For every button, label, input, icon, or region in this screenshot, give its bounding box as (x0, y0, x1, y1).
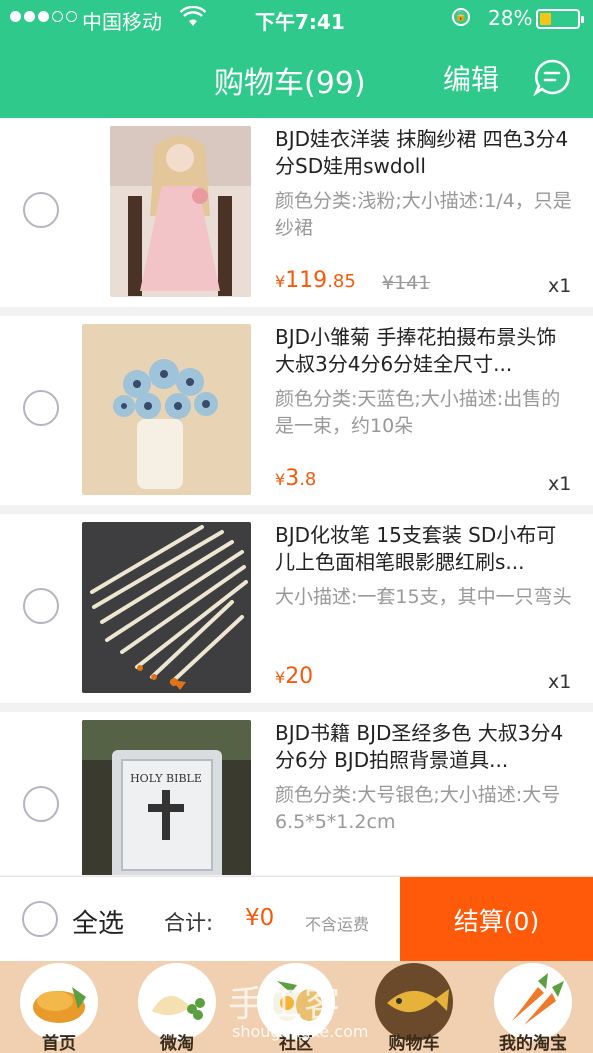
product-image-daisy-bouquet[interactable] (82, 324, 251, 495)
wifi-icon (179, 5, 207, 33)
select-all-radio[interactable] (22, 901, 58, 937)
item-title[interactable]: BJD小雏菊 手捧花拍摄布景头饰大叔3分4分6分娃全尺寸... (275, 324, 575, 378)
cart-item[interactable]: BJD小雏菊 手捧花拍摄布景头饰大叔3分4分6分娃全尺寸... 颜色分类:天蓝色… (0, 316, 593, 505)
original-price: ¥141 (382, 272, 431, 294)
price-integer: 119 (285, 268, 328, 293)
tab-weitao[interactable]: 微淘 (118, 961, 236, 1053)
item-title[interactable]: BJD书籍 BJD圣经多色 大叔3分4分6分 BJD拍照背景道具... (275, 720, 575, 774)
total-label: 合计: (164, 911, 214, 935)
item-select-radio[interactable] (23, 192, 59, 228)
item-quantity: x1 (548, 671, 572, 693)
product-image-bible-book[interactable]: HOLY BIBLE (82, 720, 251, 875)
svg-text:HOLY BIBLE: HOLY BIBLE (130, 772, 202, 785)
item-attributes: 颜色分类:大号银色;大小描述:大号6.5*5*1.2cm (275, 784, 561, 833)
currency-symbol: ¥ (275, 272, 286, 291)
tab-label: 微淘 (160, 1034, 194, 1053)
product-image-makeup-brushes[interactable] (82, 522, 251, 693)
top-bar: 中国移动 下午7:41 🔒 28% 购物车(99) 编辑 (0, 0, 593, 118)
tab-my-taobao[interactable]: 我的淘宝 (474, 961, 592, 1053)
price-decimal: .85 (327, 271, 356, 292)
checkout-button[interactable]: 结算(0) (400, 877, 593, 962)
cart-item[interactable]: BJD娃衣洋装 抹胸纱裙 四色3分4分SD娃用swdoll 颜色分类:浅粉;大小… (0, 118, 593, 307)
item-attributes: 大小描述:一套15支，其中一只弯头 (275, 586, 572, 608)
currency-symbol: ¥ (275, 470, 286, 489)
cart-item[interactable]: BJD化妆笔 15支套装 SD小布可儿上色面相笔眼影腮红刷s... 大小描述:一… (0, 514, 593, 703)
battery-percent: 28% (488, 6, 533, 30)
currency-symbol: ¥ (275, 668, 286, 687)
message-icon[interactable] (533, 58, 571, 97)
status-bar: 中国移动 下午7:41 🔒 28% (0, 0, 593, 40)
rotation-lock-icon: 🔒 (452, 8, 470, 26)
cart-item[interactable]: HOLY BIBLE BJD书籍 BJD圣经多色 大叔3分4分6分 BJD拍照背… (0, 712, 593, 875)
item-title[interactable]: BJD娃衣洋装 抹胸纱裙 四色3分4分SD娃用swdoll (275, 126, 575, 180)
item-select-radio[interactable] (23, 786, 59, 822)
select-all-label[interactable]: 全选 (72, 903, 124, 940)
item-select-radio[interactable] (23, 390, 59, 426)
edit-button[interactable]: 编辑 (443, 58, 499, 98)
checkout-bar: 全选 合计: ¥0 不含运费 结算(0) (0, 876, 593, 962)
item-quantity: x1 (548, 473, 572, 495)
signal-strength-icon (10, 11, 77, 22)
item-select-radio[interactable] (23, 588, 59, 624)
tab-cart[interactable]: 购物车 (355, 961, 473, 1053)
price-integer: 3 (285, 466, 300, 491)
clock: 下午7:41 (255, 10, 345, 34)
cart-list[interactable]: BJD娃衣洋装 抹胸纱裙 四色3分4分SD娃用swdoll 颜色分类:浅粉;大小… (0, 118, 593, 875)
item-attributes: 颜色分类:浅粉;大小描述:1/4，只是纱裙 (275, 190, 572, 239)
item-quantity: x1 (548, 275, 572, 297)
total-amount: ¥0 (245, 905, 275, 931)
page-title: 购物车(99) (214, 66, 366, 101)
tab-label: 首页 (42, 1034, 76, 1053)
price-integer: 20 (285, 664, 314, 689)
battery-icon (536, 9, 584, 29)
item-price: ¥119.85 (275, 268, 356, 293)
watermark-url: shougongke.com (232, 1022, 369, 1041)
product-image-doll-dress[interactable] (110, 126, 251, 297)
watermark-logo: 手工客 (228, 984, 343, 1025)
tab-label: 购物车 (388, 1034, 440, 1053)
item-price: ¥3.8 (275, 466, 316, 491)
carrier-name: 中国移动 (82, 10, 162, 34)
item-title[interactable]: BJD化妆笔 15支套装 SD小布可儿上色面相笔眼影腮红刷s... (275, 522, 575, 576)
item-attributes: 颜色分类:天蓝色;大小描述:出售的是一束，约10朵 (275, 388, 561, 437)
tab-home[interactable]: 首页 (0, 961, 118, 1053)
shipping-note: 不含运费 (305, 915, 370, 934)
item-price: ¥20 (275, 664, 313, 689)
price-decimal: .8 (299, 469, 317, 490)
tab-label: 我的淘宝 (499, 1034, 567, 1053)
